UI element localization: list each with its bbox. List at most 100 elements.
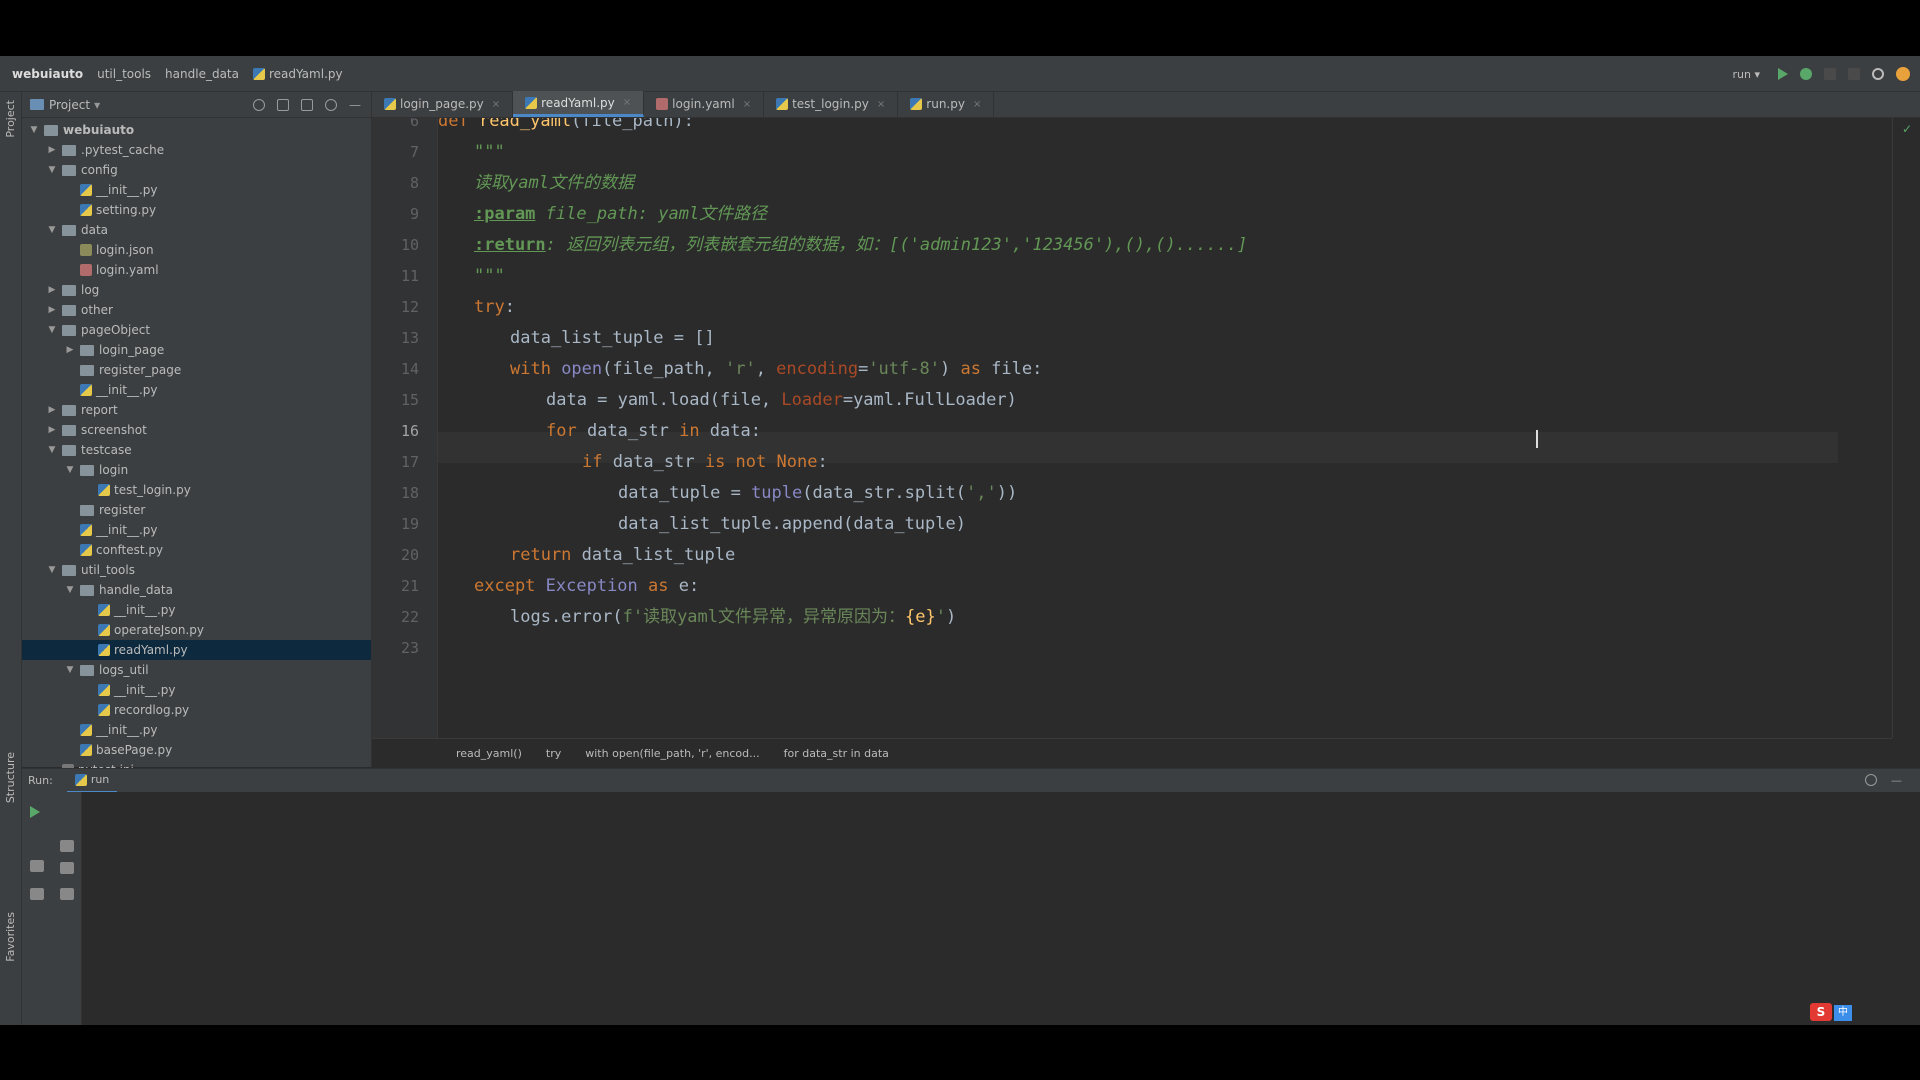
tree-folder[interactable]: ▼ testcase [22, 440, 371, 460]
tree-folder[interactable]: register_page [22, 360, 371, 380]
chevron-down-icon[interactable]: ▼ [28, 125, 40, 135]
breadcrumb-handle-data[interactable]: handle_data [165, 67, 239, 81]
code-crumb-function[interactable]: read_yaml() [456, 747, 522, 760]
code-line[interactable]: def read_yaml(file_path): [438, 118, 694, 137]
chevron-down-icon[interactable]: ▼ [46, 225, 58, 235]
tree-file[interactable]: __init__.py [22, 720, 371, 740]
code-line[interactable]: """ [474, 261, 505, 292]
code-area[interactable]: def read_yaml(file_path): """ 读取yaml文件的数据:… [438, 118, 1892, 738]
code-line[interactable]: :param file_path: yaml文件路径 [474, 199, 767, 230]
code-line[interactable]: data_tuple = tuple(data_str.split(',')) [618, 478, 1017, 509]
code-line[interactable]: :return: 返回列表元组，列表嵌套元组的数据，如：[('admin123'… [474, 230, 1247, 261]
chevron-right-icon[interactable]: ▶ [46, 145, 58, 155]
tree-file[interactable]: __init__.py [22, 680, 371, 700]
tree-folder[interactable]: ▼ config [22, 160, 371, 180]
project-tool-button[interactable]: Project [4, 100, 17, 138]
update-icon[interactable] [1896, 67, 1910, 81]
tree-file[interactable]: conftest.py [22, 540, 371, 560]
tree-file[interactable]: recordlog.py [22, 700, 371, 720]
chevron-right-icon[interactable]: ▶ [46, 425, 58, 435]
tree-folder[interactable]: ▶ screenshot [22, 420, 371, 440]
tree-folder[interactable]: ▼ data [22, 220, 371, 240]
tree-file[interactable]: setting.py [22, 200, 371, 220]
tree-folder[interactable]: ▼ login [22, 460, 371, 480]
code-line[interactable]: try: [474, 292, 515, 323]
tree-file[interactable]: operateJson.py [22, 620, 371, 640]
close-icon[interactable]: × [973, 99, 981, 110]
tree-folder[interactable]: ▼ webuiauto [22, 120, 371, 140]
code-line[interactable]: data_list_tuple = [] [510, 323, 715, 354]
editor-scrollbar[interactable]: ✓ [1892, 118, 1920, 738]
tree-file[interactable]: login.json [22, 240, 371, 260]
run-icon[interactable] [1778, 68, 1788, 80]
close-icon[interactable]: × [743, 99, 751, 110]
code-line[interactable]: """ [474, 137, 505, 168]
breadcrumb-util-tools[interactable]: util_tools [97, 67, 151, 81]
chevron-down-icon[interactable]: ▼ [64, 665, 76, 675]
chevron-down-icon[interactable]: ▼ [46, 565, 58, 575]
chevron-down-icon[interactable]: ▼ [64, 465, 76, 475]
tree-folder[interactable]: register [22, 500, 371, 520]
tree-file[interactable]: __init__.py [22, 380, 371, 400]
chevron-right-icon[interactable]: ▶ [46, 305, 58, 315]
code-line[interactable]: for data_str in data: [546, 416, 761, 447]
code-crumb-for[interactable]: for data_str in data [784, 747, 889, 760]
chevron-down-icon[interactable]: ▼ [46, 445, 58, 455]
ime-indicator[interactable]: S 中 [1810, 1003, 1852, 1021]
soft-wrap-icon[interactable] [60, 840, 74, 852]
code-crumb-try[interactable]: try [546, 747, 561, 760]
favorites-tool-button[interactable]: Favorites [4, 912, 17, 962]
tree-file[interactable]: __init__.py [22, 600, 371, 620]
print-icon[interactable] [60, 888, 74, 900]
code-editor[interactable]: 6 7 8 9 10 11 12 13 14 15 16 17 18 19 20 21 22 23 def rea… [372, 118, 1892, 738]
close-icon[interactable]: × [877, 99, 885, 110]
code-line[interactable]: return data_list_tuple [510, 540, 735, 571]
close-icon[interactable]: × [492, 99, 500, 110]
collapse-all-icon[interactable] [301, 98, 313, 111]
tree-folder[interactable]: ▶ .pytest_cache [22, 140, 371, 160]
editor-tab[interactable]: run.py × [898, 91, 995, 117]
layout-icon[interactable] [30, 860, 44, 872]
tree-folder[interactable]: ▼ pageObject [22, 320, 371, 340]
tree-folder[interactable]: ▶ log [22, 280, 371, 300]
tree-folder[interactable]: ▼ handle_data [22, 580, 371, 600]
chevron-right-icon[interactable]: ▶ [46, 285, 58, 295]
tree-file[interactable]: test_login.py [22, 480, 371, 500]
breadcrumb-file[interactable]: readYaml.py [252, 67, 343, 81]
chevron-down-icon[interactable]: ▼ [64, 585, 76, 595]
gear-icon[interactable] [325, 98, 337, 111]
structure-tool-button[interactable]: Structure [4, 752, 17, 803]
gear-icon[interactable] [1865, 774, 1877, 786]
search-icon[interactable] [1872, 68, 1884, 80]
tree-file[interactable]: __init__.py [22, 520, 371, 540]
chevron-down-icon[interactable]: ▼ [46, 165, 58, 175]
debug-icon[interactable] [1800, 68, 1812, 80]
editor-tab[interactable]: login_page.py × [372, 91, 514, 117]
code-line[interactable]: data = yaml.load(file, Loader=yaml.FullL… [546, 385, 1017, 416]
project-view-select[interactable]: Project [49, 98, 90, 112]
tree-file[interactable]: login.yaml [22, 260, 371, 280]
code-line[interactable]: logs.error(f'读取yaml文件异常，异常原因为：{e}') [510, 602, 956, 633]
pin-icon[interactable] [30, 888, 44, 900]
tree-folder[interactable]: ▶ login_page [22, 340, 371, 360]
code-crumb-with[interactable]: with open(file_path, 'r', encod... [585, 747, 759, 760]
scroll-to-end-icon[interactable] [60, 862, 74, 874]
code-line[interactable]: if data_str is not None: [582, 447, 828, 478]
chevron-right-icon[interactable]: ▶ [46, 405, 58, 415]
code-line[interactable]: 读取yaml文件的数据 [474, 168, 634, 199]
tree-folder[interactable]: ▶ report [22, 400, 371, 420]
run-config-select[interactable]: run ▾ [1727, 66, 1767, 83]
coverage-icon[interactable] [1824, 68, 1836, 80]
tree-folder[interactable]: ▼ logs_util [22, 660, 371, 680]
run-console[interactable]: S 中 [22, 792, 1920, 1025]
close-icon[interactable]: × [623, 97, 631, 108]
tree-file[interactable]: readYaml.py [22, 640, 371, 660]
locate-icon[interactable] [253, 98, 265, 111]
rerun-icon[interactable] [30, 806, 40, 818]
editor-tab[interactable]: readYaml.py × [513, 91, 645, 117]
code-line[interactable]: data_list_tuple.append(data_tuple) [618, 509, 966, 540]
code-line[interactable]: except Exception as e: [474, 571, 699, 602]
tree-folder[interactable]: ▼ util_tools [22, 560, 371, 580]
code-line[interactable]: with open(file_path, 'r', encoding='utf-… [510, 354, 1042, 385]
run-tab[interactable]: run [66, 769, 118, 793]
